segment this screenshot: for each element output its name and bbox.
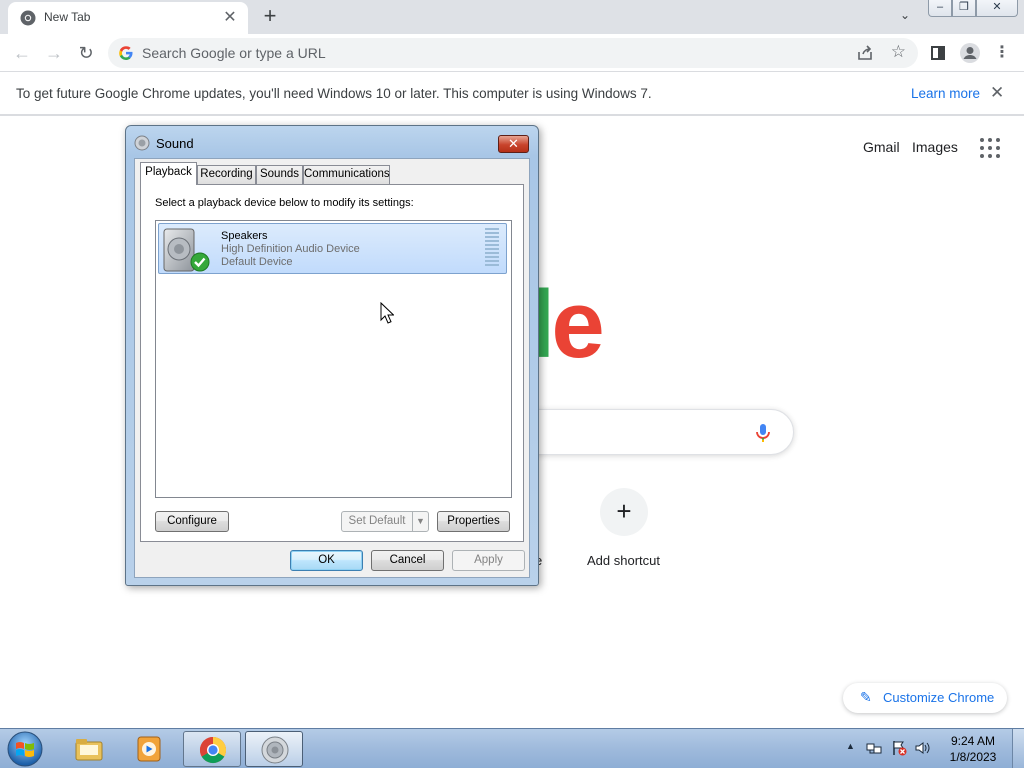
microphone-icon[interactable] [753, 421, 773, 445]
windows-taskbar: ▲ 9:24 AM 1/8/2023 [0, 728, 1024, 768]
properties-button[interactable]: Properties [437, 511, 510, 532]
chrome-icon [199, 736, 227, 764]
tab-recording[interactable]: Recording [197, 165, 256, 184]
speaker-device-icon [163, 228, 210, 272]
clock-time[interactable]: 9:24 AM [946, 734, 1000, 748]
configure-button[interactable]: Configure [155, 511, 229, 532]
pencil-icon: ✎ [860, 689, 872, 705]
action-center-flag-icon[interactable] [891, 740, 907, 756]
browser-toolbar: ← → ↻ Search Google or type a URL ☆ ⋮ [0, 34, 1024, 72]
chevron-down-icon[interactable]: ▼ [412, 512, 428, 531]
side-panel-icon[interactable] [926, 41, 950, 65]
playback-tab-panel: Select a playback device below to modify… [140, 184, 524, 542]
tab-communications[interactable]: Communications [303, 165, 390, 184]
add-shortcut-button[interactable]: + [600, 488, 648, 536]
menu-kebab-icon[interactable]: ⋮ [990, 41, 1014, 65]
clock-date[interactable]: 1/8/2023 [946, 750, 1000, 764]
add-shortcut-label: Add shortcut [587, 553, 660, 568]
google-g-icon [119, 46, 133, 60]
images-link[interactable]: Images [912, 139, 958, 155]
forward-arrow-icon[interactable]: → [42, 41, 66, 65]
windows-start-icon[interactable] [5, 730, 45, 768]
profile-avatar-icon[interactable] [958, 41, 982, 65]
minimize-button[interactable]: – [928, 0, 952, 17]
tab-close-icon[interactable]: ✕ [220, 8, 240, 28]
tab-search-chevron-icon[interactable]: ⌄ [896, 8, 914, 26]
omnibox[interactable]: Search Google or type a URL ☆ [108, 38, 918, 68]
chrome-icon [20, 10, 36, 26]
window-close-button[interactable]: ✕ [976, 0, 1018, 17]
tab-sounds[interactable]: Sounds [256, 165, 303, 184]
tab-playback[interactable]: Playback [140, 162, 197, 185]
instruction-label: Select a playback device below to modify… [155, 197, 414, 209]
reload-icon[interactable]: ↻ [74, 41, 98, 65]
tab-title: New Tab [44, 10, 91, 24]
ok-button[interactable]: OK [290, 550, 363, 571]
browser-tab[interactable]: New Tab ✕ [8, 2, 248, 34]
omnibox-placeholder: Search Google or type a URL [142, 45, 326, 61]
device-list-item[interactable]: Speakers High Definition Audio Device De… [158, 223, 507, 274]
learn-more-link[interactable]: Learn more [911, 86, 980, 101]
taskbar-media-player-button[interactable] [120, 731, 178, 767]
infobar-message: To get future Google Chrome updates, you… [16, 86, 652, 101]
logo-letter: e [551, 271, 604, 378]
device-list[interactable]: Speakers High Definition Audio Device De… [155, 220, 512, 498]
cancel-button[interactable]: Cancel [371, 550, 444, 571]
tab-strip: New Tab ✕ + ⌄ – ❐ ✕ [0, 0, 1024, 34]
network-icon[interactable] [866, 740, 882, 756]
tray-expand-icon[interactable]: ▲ [846, 741, 855, 751]
mouse-cursor-icon [380, 302, 394, 324]
volume-icon[interactable] [914, 740, 930, 756]
sound-dialog: Sound ✕ Playback Recording Sounds Commun… [125, 125, 539, 586]
new-tab-button[interactable]: + [258, 5, 282, 29]
device-description: High Definition Audio Device [221, 243, 360, 255]
show-desktop-button[interactable] [1012, 729, 1024, 768]
customize-chrome-button[interactable]: ✎ Customize Chrome [843, 683, 1007, 713]
device-name: Speakers [221, 230, 268, 242]
speaker-icon [261, 736, 289, 764]
dialog-title: Sound [156, 136, 194, 151]
set-default-button[interactable]: Set Default ▼ [341, 511, 429, 532]
share-icon[interactable] [856, 44, 874, 62]
folder-icon [75, 739, 103, 761]
customize-chrome-label: Customize Chrome [883, 690, 995, 705]
bookmark-star-icon[interactable]: ☆ [891, 42, 906, 62]
google-apps-icon[interactable] [980, 138, 1000, 158]
set-default-label: Set Default [348, 515, 406, 527]
apply-button[interactable]: Apply [452, 550, 525, 571]
dialog-close-button[interactable]: ✕ [498, 135, 529, 153]
gmail-link[interactable]: Gmail [863, 139, 900, 155]
dialog-client-area: Playback Recording Sounds Communications… [134, 158, 530, 578]
infobar-close-icon[interactable]: ✕ [990, 83, 1004, 103]
taskbar-sound-button[interactable] [245, 731, 303, 767]
volume-level-meter [485, 228, 501, 270]
taskbar-explorer-button[interactable] [60, 731, 118, 767]
back-arrow-icon[interactable]: ← [10, 41, 34, 65]
restore-button[interactable]: ❐ [952, 0, 976, 17]
speaker-icon [134, 135, 150, 151]
taskbar-chrome-button[interactable] [183, 731, 241, 767]
device-status: Default Device [221, 256, 293, 268]
update-infobar: To get future Google Chrome updates, you… [0, 72, 1024, 116]
media-player-icon [137, 736, 161, 762]
